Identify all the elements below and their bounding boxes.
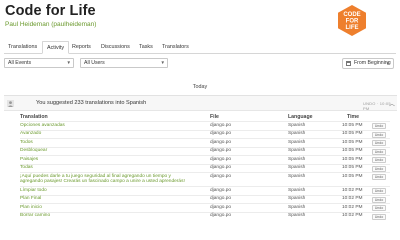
activity-card: You suggested 233 translations into Span… xyxy=(4,95,397,240)
file-cell: django.po xyxy=(210,196,232,202)
language-cell: Spanish xyxy=(288,131,306,137)
events-filter-select[interactable]: All Events ▼ xyxy=(4,58,74,68)
translation-link[interactable]: Límpiar todo xyxy=(20,188,195,194)
file-cell: django.po xyxy=(210,187,232,193)
table-row: Avanzado django.po Spanish 10:05 PM Undo xyxy=(20,129,390,139)
chevron-down-icon: ▼ xyxy=(385,61,390,66)
translation-link[interactable]: Plan inicio xyxy=(20,205,195,211)
time-cell: 10:02 PM xyxy=(342,213,363,219)
users-filter-value: All Users xyxy=(84,60,105,66)
col-header-language: Language xyxy=(288,114,313,120)
calendar-icon xyxy=(346,61,351,66)
language-cell: Spanish xyxy=(288,122,306,128)
project-tabs: Translations Activity Reports Discussion… xyxy=(4,41,396,54)
time-cell: 10:05 PM xyxy=(342,165,363,171)
translation-link[interactable]: Avanzado xyxy=(20,131,195,137)
file-cell: django.po xyxy=(210,204,232,210)
file-cell: django.po xyxy=(210,122,232,128)
date-range-dropdown[interactable]: From Beginning ▼ xyxy=(342,58,394,69)
undo-button[interactable]: Undo xyxy=(372,205,386,211)
translation-link[interactable]: ¡Aquí puedes darle a tu juego seguridad … xyxy=(20,174,195,185)
undo-button[interactable]: Undo xyxy=(372,174,386,180)
tab-tasks[interactable]: Tasks xyxy=(135,41,157,54)
time-cell: 10:05 PM xyxy=(342,173,363,179)
language-cell: Spanish xyxy=(288,173,306,179)
events-filter-value: All Events xyxy=(8,60,32,66)
table-row: Plan Final django.po Spanish 10:02 PM Un… xyxy=(20,194,390,204)
undo-button[interactable]: Undo xyxy=(372,196,386,203)
col-header-translation: Translation xyxy=(20,114,48,120)
undo-button[interactable]: Undo xyxy=(372,165,386,172)
activity-header[interactable]: You suggested 233 translations into Span… xyxy=(4,96,397,111)
table-row: Todas django.po Spanish 10:05 PM Undo xyxy=(20,163,390,173)
logo-line2: FOR xyxy=(346,19,359,25)
file-cell: django.po xyxy=(210,165,232,171)
time-cell: 10:02 PM xyxy=(342,196,363,202)
time-cell: 10:02 PM xyxy=(342,187,363,193)
tab-reports[interactable]: Reports xyxy=(68,41,95,54)
translation-link[interactable]: Opciones avanzadas xyxy=(20,123,195,129)
time-cell: 10:05 PM xyxy=(342,139,363,145)
tab-discussions[interactable]: Discussions xyxy=(97,41,134,54)
time-cell: 10:02 PM xyxy=(342,204,363,210)
translation-link[interactable]: Paisajes xyxy=(20,157,195,163)
file-cell: django.po xyxy=(210,148,232,154)
translation-link[interactable]: Plan Final xyxy=(20,196,195,202)
users-filter-select[interactable]: All Users ▼ xyxy=(80,58,168,68)
file-cell: django.po xyxy=(210,156,232,162)
translation-link[interactable]: Desbloquear xyxy=(20,148,195,154)
undo-button[interactable]: Undo xyxy=(372,148,386,155)
table-row: Paisajes django.po Spanish 10:05 PM Undo xyxy=(20,155,390,164)
file-cell: django.po xyxy=(210,139,232,145)
avatar xyxy=(7,100,14,107)
time-cell: 10:05 PM xyxy=(342,122,363,128)
language-cell: Spanish xyxy=(288,165,306,171)
project-title: Code for Life xyxy=(5,3,96,19)
tab-translators[interactable]: Translators xyxy=(158,41,193,54)
table-row: ¡Aquí puedes darle a tu juego seguridad … xyxy=(20,172,390,186)
activity-summary: You suggested 233 translations into Span… xyxy=(36,100,147,106)
tab-activity[interactable]: Activity xyxy=(42,41,70,54)
undo-button[interactable]: Undo xyxy=(372,123,386,129)
translation-link[interactable]: Borrar camino xyxy=(20,213,195,219)
project-logo: CODE FOR LIFE xyxy=(338,5,366,36)
chevron-up-icon[interactable]: ︿ xyxy=(389,99,395,108)
undo-button[interactable]: Undo xyxy=(372,188,386,194)
table-row: Límpiar todo django.po Spanish 10:02 PM … xyxy=(20,186,390,195)
language-cell: Spanish xyxy=(288,139,306,145)
language-cell: Spanish xyxy=(288,148,306,154)
day-heading: Today xyxy=(192,84,208,90)
table-row: Plan inicio django.po Spanish 10:02 PM U… xyxy=(20,203,390,212)
chevron-down-icon: ▼ xyxy=(160,60,165,65)
language-cell: Spanish xyxy=(288,156,306,162)
file-cell: django.po xyxy=(210,131,232,137)
table-row: Todos django.po Spanish 10:05 PM Undo xyxy=(20,138,390,147)
language-cell: Spanish xyxy=(288,213,306,219)
language-cell: Spanish xyxy=(288,196,306,202)
time-cell: 10:05 PM xyxy=(342,148,363,154)
language-cell: Spanish xyxy=(288,204,306,210)
col-header-file: File xyxy=(210,114,219,120)
translation-link[interactable]: Todas xyxy=(20,165,195,171)
table-row: Opciones avanzadas django.po Spanish 10:… xyxy=(20,121,390,130)
file-cell: django.po xyxy=(210,173,232,179)
chevron-down-icon: ▼ xyxy=(66,60,71,65)
undo-button[interactable]: Undo xyxy=(372,131,386,138)
logo-line1: CODE xyxy=(343,12,360,18)
file-cell: django.po xyxy=(210,213,232,219)
project-owner-link[interactable]: Paul Heideman (paulheideman) xyxy=(5,21,96,28)
language-cell: Spanish xyxy=(288,187,306,193)
logo-line3: LIFE xyxy=(346,25,359,31)
col-header-time: Time xyxy=(347,114,360,120)
table-row: Borrar camino django.po Spanish 10:02 PM… xyxy=(20,211,390,221)
undo-button[interactable]: Undo xyxy=(372,140,386,146)
undo-button[interactable]: Undo xyxy=(372,157,386,163)
translation-link[interactable]: Todos xyxy=(20,140,195,146)
tab-translations[interactable]: Translations xyxy=(4,41,41,54)
undo-button[interactable]: Undo xyxy=(372,213,386,220)
time-cell: 10:05 PM xyxy=(342,156,363,162)
table-row: Desbloquear django.po Spanish 10:05 PM U… xyxy=(20,146,390,156)
time-cell: 10:05 PM xyxy=(342,131,363,137)
